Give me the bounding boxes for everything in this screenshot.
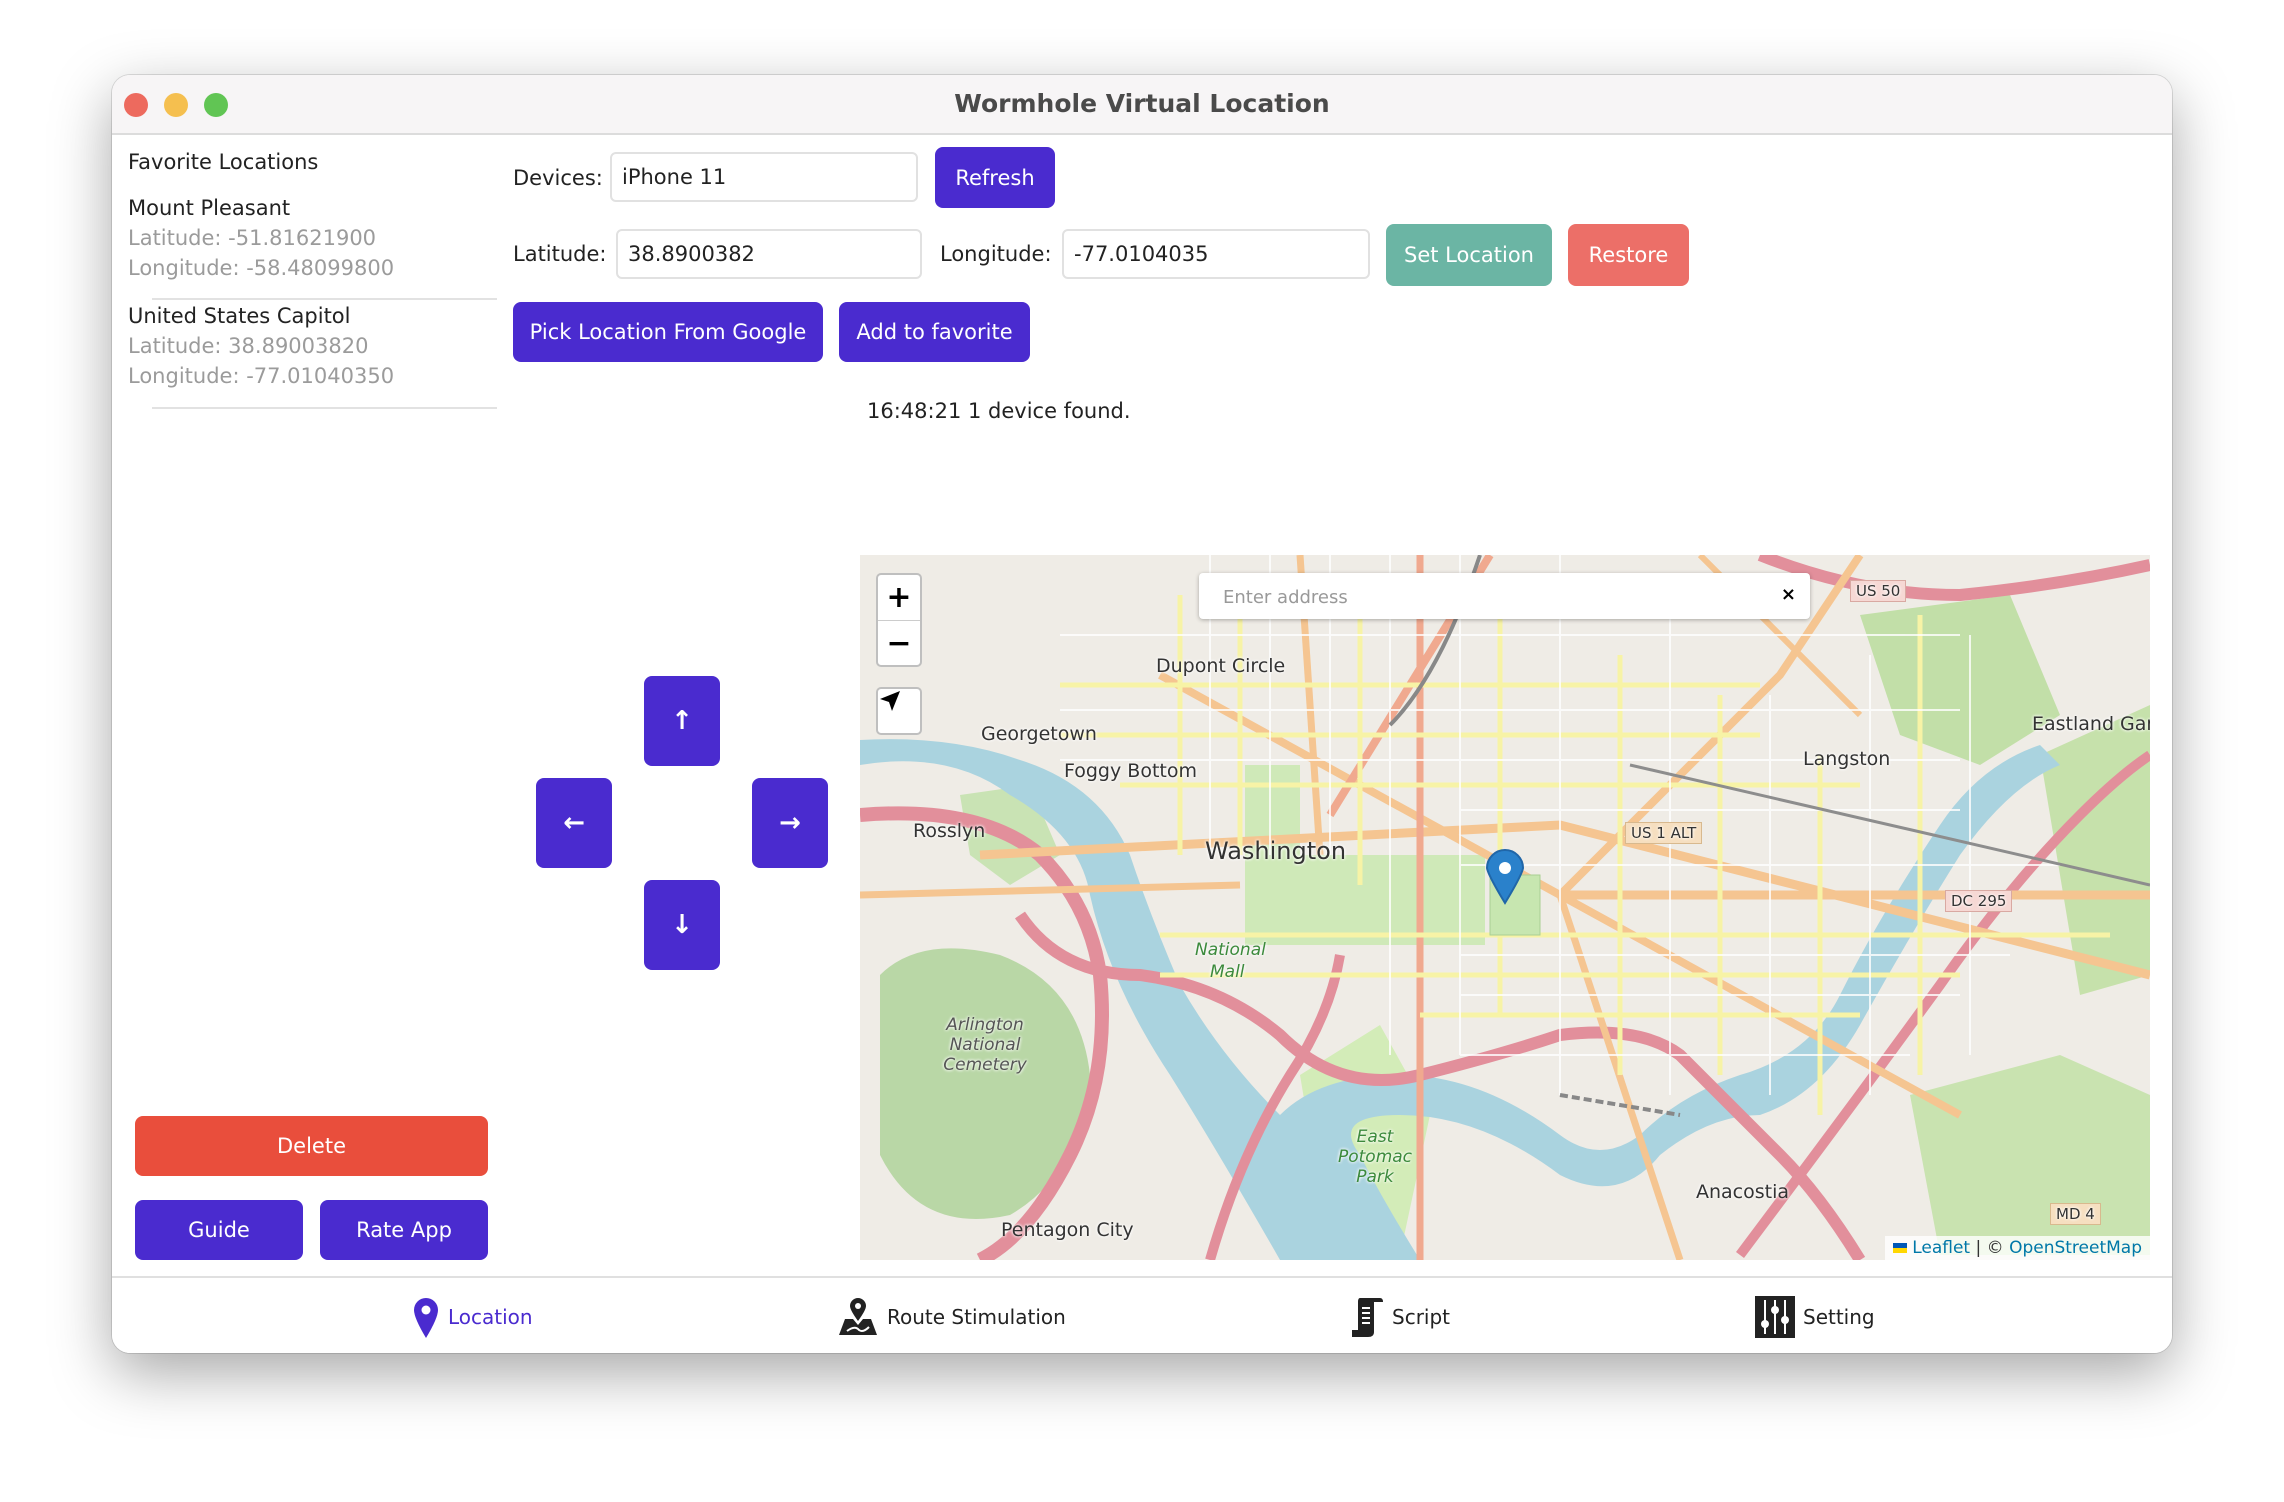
tab-route-stimulation[interactable]: Route Stimulation <box>837 1296 1066 1338</box>
openstreetmap-link[interactable]: OpenStreetMap <box>2009 1238 2142 1258</box>
guide-button[interactable]: Guide <box>135 1200 303 1260</box>
devices-label: Devices: <box>513 166 603 190</box>
tab-label: Location <box>448 1305 533 1329</box>
route-map-icon <box>839 1298 877 1335</box>
add-to-favorite-button[interactable]: Add to favorite <box>839 302 1030 362</box>
map-pin-icon <box>414 1298 438 1338</box>
route-shield: US 1 ALT <box>1625 822 1703 844</box>
device-select[interactable]: iPhone 11 <box>610 152 918 202</box>
map-label: Eastland Garc <box>2032 713 2150 735</box>
route-shield: DC 295 <box>1945 890 2013 912</box>
divider <box>152 298 497 300</box>
sliders-icon <box>1755 1296 1795 1338</box>
map-label: East Potomac Park <box>1337 1127 1413 1187</box>
latitude-input[interactable] <box>616 229 922 279</box>
tab-setting[interactable]: Setting <box>1755 1296 1875 1338</box>
zoom-out-button[interactable]: − <box>878 621 920 666</box>
tab-location[interactable]: Location <box>412 1296 533 1338</box>
move-right-button[interactable]: → <box>752 778 828 868</box>
map-label: Rosslyn <box>913 820 986 842</box>
delete-button[interactable]: Delete <box>135 1116 488 1176</box>
map-label: Washington <box>1205 837 1347 865</box>
script-scroll-icon <box>1352 1298 1383 1337</box>
move-down-button[interactable]: ↓ <box>644 880 720 970</box>
favorites-heading: Favorite Locations <box>128 150 319 174</box>
rate-app-button[interactable]: Rate App <box>320 1200 488 1260</box>
map-label: Pentagon City <box>1001 1219 1134 1241</box>
map-label: Langston <box>1803 748 1891 770</box>
set-location-button[interactable]: Set Location <box>1386 224 1552 286</box>
map-label: Dupont Circle <box>1156 655 1286 677</box>
address-search-input[interactable] <box>1221 573 1765 621</box>
map-attribution: Leaflet | © OpenStreetMap <box>1884 1236 2150 1260</box>
bottom-tab-bar: Location Route Stimulation Script Settin… <box>112 1276 2172 1353</box>
app-window: Wormhole Virtual Location Favorite Locat… <box>112 75 2172 1353</box>
route-shield: US 50 <box>1850 580 1907 602</box>
longitude-input[interactable] <box>1062 229 1370 279</box>
move-up-button[interactable]: ↑ <box>644 676 720 766</box>
zoom-control: + − <box>876 573 922 667</box>
route-shield: MD 4 <box>2050 1203 2101 1225</box>
tab-script[interactable]: Script <box>1350 1296 1450 1338</box>
locate-me-button[interactable] <box>876 687 922 735</box>
map-label: Anacostia <box>1696 1181 1790 1203</box>
divider <box>152 407 497 409</box>
favorite-name: United States Capitol <box>128 304 351 328</box>
refresh-button[interactable]: Refresh <box>935 147 1055 208</box>
map-label: Mall <box>1210 962 1245 982</box>
map-label: Foggy Bottom <box>1064 760 1197 782</box>
favorite-longitude: Longitude: -77.01040350 <box>128 364 395 388</box>
zoom-in-button[interactable]: + <box>878 575 920 621</box>
map-label: National <box>1195 940 1266 960</box>
restore-button[interactable]: Restore <box>1568 224 1689 286</box>
pick-location-google-button[interactable]: Pick Location From Google <box>513 302 823 362</box>
longitude-label: Longitude: <box>940 242 1052 266</box>
tab-label: Script <box>1392 1305 1451 1329</box>
window-title: Wormhole Virtual Location <box>954 89 1330 118</box>
clear-search-button[interactable]: × <box>1781 584 1796 605</box>
map-label: Georgetown <box>981 723 1097 745</box>
move-left-button[interactable]: ← <box>536 778 612 868</box>
navigation-arrow-icon <box>880 691 900 711</box>
latitude-label: Latitude: <box>513 242 607 266</box>
attribution-separator: | © <box>1970 1238 2010 1258</box>
map-label: Arlington National Cemetery <box>943 1015 1027 1075</box>
tab-label: Setting <box>1803 1305 1875 1329</box>
ukraine-flag-icon <box>1892 1243 1907 1253</box>
favorite-latitude: Latitude: -51.81621900 <box>128 226 377 250</box>
favorite-latitude: Latitude: 38.89003820 <box>128 334 369 358</box>
leaflet-link[interactable]: Leaflet <box>1912 1238 1970 1258</box>
favorite-longitude: Longitude: -58.48099800 <box>128 256 395 280</box>
favorite-name: Mount Pleasant <box>128 196 291 220</box>
title-bar: Wormhole Virtual Location <box>112 75 2172 135</box>
address-search: × <box>1199 573 1810 621</box>
status-text: 16:48:21 1 device found. <box>867 399 1131 423</box>
favorite-item[interactable]: Mount Pleasant Latitude: -51.81621900 Lo… <box>128 193 508 283</box>
favorite-item[interactable]: United States Capitol Latitude: 38.89003… <box>128 301 508 391</box>
tab-label: Route Stimulation <box>887 1305 1066 1329</box>
map-view[interactable]: Washington Dupont Circle Georgetown Fogg… <box>860 555 2150 1260</box>
